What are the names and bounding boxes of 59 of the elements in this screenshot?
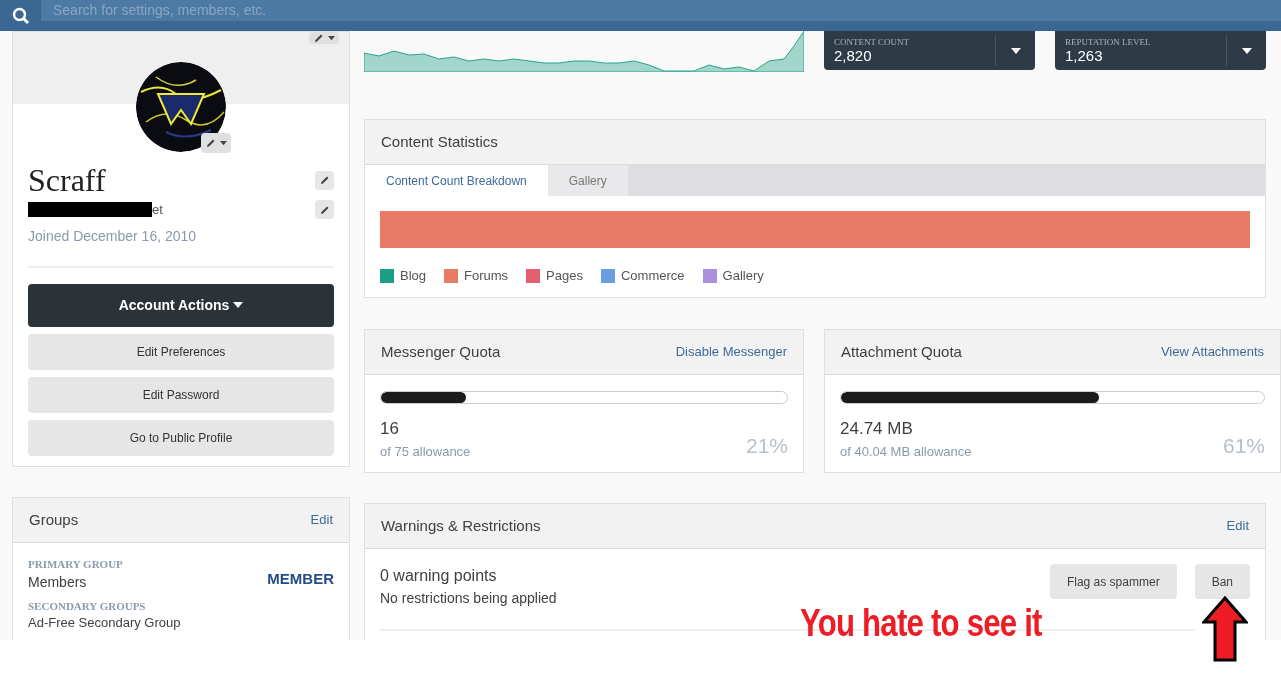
up-arrow-icon <box>1202 596 1248 662</box>
restrictions-text: No restrictions being applied <box>380 589 557 608</box>
panel-title: Messenger Quota <box>381 341 501 362</box>
quota-percent: 21% <box>745 432 788 459</box>
search-icon[interactable] <box>11 6 30 25</box>
moderation-button[interactable]: Flag as spammer <box>1049 564 1177 599</box>
stat-value: 1,263 <box>1065 46 1104 65</box>
panel-title: Groups <box>29 509 79 530</box>
email-text: et <box>152 201 163 219</box>
moderation-button[interactable]: Ban <box>1194 564 1250 599</box>
panel-title: Attachment Quota <box>841 341 962 362</box>
warning-points: 0 warning points <box>380 566 498 586</box>
pencil-icon <box>205 138 216 148</box>
quota-link[interactable]: View Attachments <box>1160 342 1264 362</box>
edit-link[interactable]: Edit <box>310 510 333 530</box>
profile-action-button[interactable]: Edit Password <box>28 376 334 413</box>
avatar-edit-button[interactable] <box>201 133 231 153</box>
pencil-icon <box>313 33 324 43</box>
group-label: SECONDARY GROUPS <box>28 600 147 613</box>
tab[interactable]: Gallery <box>547 165 628 196</box>
tab[interactable]: Content Count Breakdown <box>365 165 548 196</box>
caret-icon <box>1010 47 1021 54</box>
account-actions-button[interactable]: Account Actions <box>28 283 334 327</box>
edit-email-button[interactable] <box>315 200 334 220</box>
overlay-caption: You hate to see it <box>800 601 1042 646</box>
stat-label: REPUTATION LEVEL <box>1065 36 1152 47</box>
edit-link[interactable]: Edit <box>1226 516 1249 536</box>
legend-label: Pages <box>546 267 583 285</box>
caret-icon <box>327 35 335 41</box>
cover-edit-button[interactable] <box>309 32 339 44</box>
group-label: PRIMARY GROUP <box>28 558 124 571</box>
quota-amount: 24.74 MB <box>840 418 914 440</box>
edit-name-button[interactable] <box>315 170 334 190</box>
pencil-icon <box>319 175 330 185</box>
quota-amount: 16 <box>380 418 400 440</box>
caret-icon <box>219 140 227 146</box>
group-name: Ad-Free Secondary Group <box>28 615 181 631</box>
legend-label: Gallery <box>722 267 764 285</box>
quota-allowance: of 75 allowance <box>380 442 471 461</box>
legend-label: Forums <box>464 267 509 285</box>
caret-icon <box>233 302 244 308</box>
search-field[interactable]: Search for settings, members, etc. <box>41 0 1281 21</box>
quota-link[interactable]: Disable Messenger <box>675 342 787 362</box>
quota-percent: 61% <box>1222 432 1265 459</box>
rank-title: MEMBER <box>267 569 334 589</box>
legend-label: Commerce <box>620 267 685 285</box>
panel-title: Warnings & Restrictions <box>381 515 541 536</box>
group-name: Members <box>28 573 88 591</box>
profile-action-button[interactable]: Edit Preferences <box>28 333 334 370</box>
profile-action-button[interactable]: Go to Public Profile <box>28 419 334 456</box>
pencil-icon <box>319 204 330 215</box>
caret-icon <box>1241 47 1252 54</box>
legend-label: Blog <box>400 267 427 285</box>
stat-value: 2,820 <box>834 46 873 65</box>
quota-allowance: of 40.04 MB allowance <box>840 442 972 461</box>
stat-label: CONTENT COUNT <box>834 36 911 47</box>
joined-date: Joined December 16, 2010 <box>28 226 198 246</box>
profile-name: Scraff <box>28 162 106 198</box>
panel-title: Content Statistics <box>381 131 498 152</box>
